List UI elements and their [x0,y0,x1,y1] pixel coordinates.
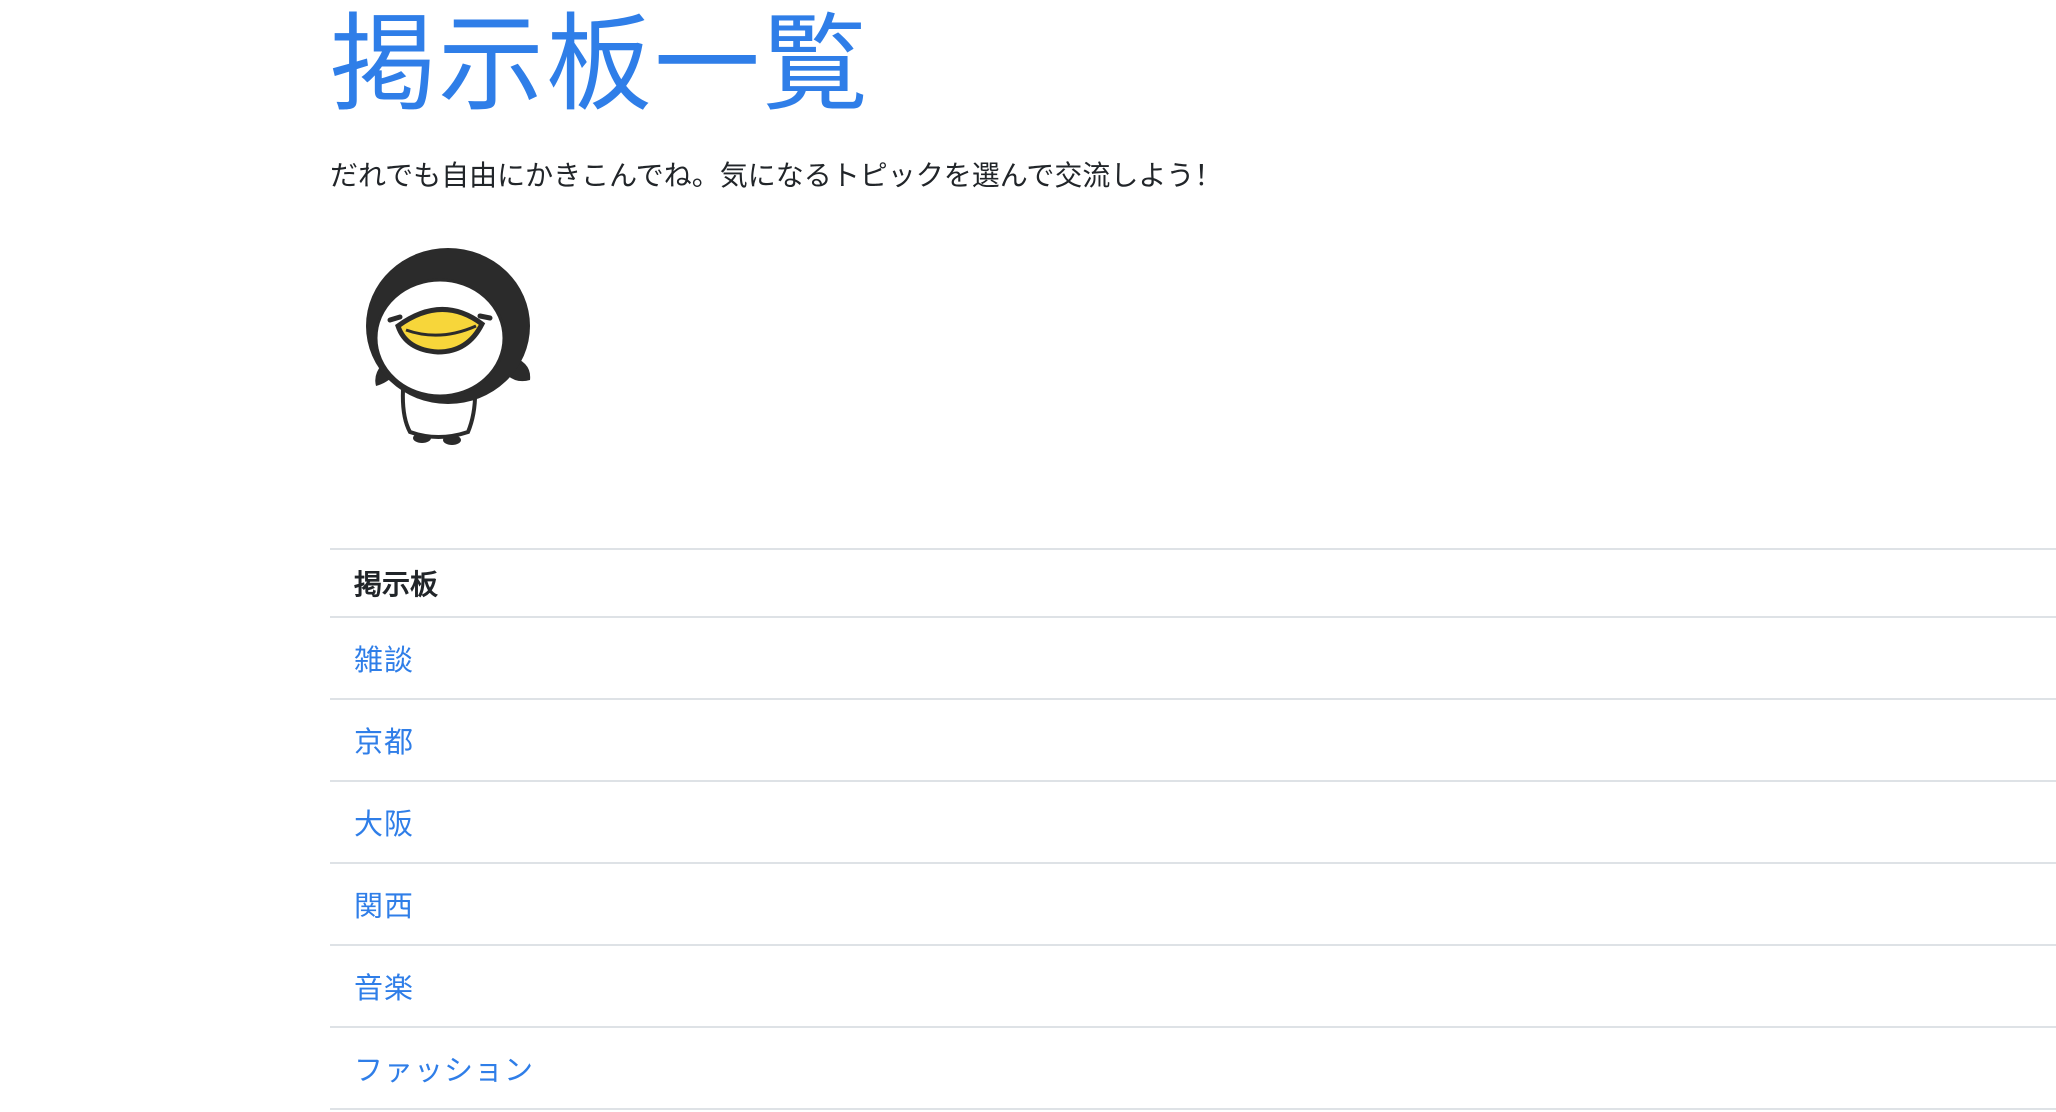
table-row: 大阪 [330,781,2056,864]
table-row: 関西 [330,863,2056,946]
board-table-header: 掲示板 [330,548,2056,618]
table-row: 音楽 [330,945,2056,1028]
board-link-music[interactable]: 音楽 [354,971,414,1005]
table-row: 雑談 [330,617,2056,700]
board-link-kyoto[interactable]: 京都 [354,725,414,759]
board-link-osaka[interactable]: 大阪 [354,807,414,841]
board-link-kansai[interactable]: 関西 [354,889,414,923]
page-subtitle: だれでも自由にかきこんでね。気になるトピックを選んで交流しよう！ [330,158,1223,192]
board-table: 掲示板 雑談 京都 大阪 関西 音楽 ファッション [330,548,2056,1110]
board-link-fashion[interactable]: ファッション [354,1053,534,1087]
table-row: ファッション [330,1027,2056,1110]
table-row: 京都 [330,699,2056,782]
penguin-icon [366,248,531,446]
main-container: 掲示板一覧 だれでも自由にかきこんでね。気になるトピックを選んで交流しよう！ [330,0,2056,446]
board-link-zatsudan[interactable]: 雑談 [354,643,414,677]
page-title: 掲示板一覧 [330,3,870,126]
